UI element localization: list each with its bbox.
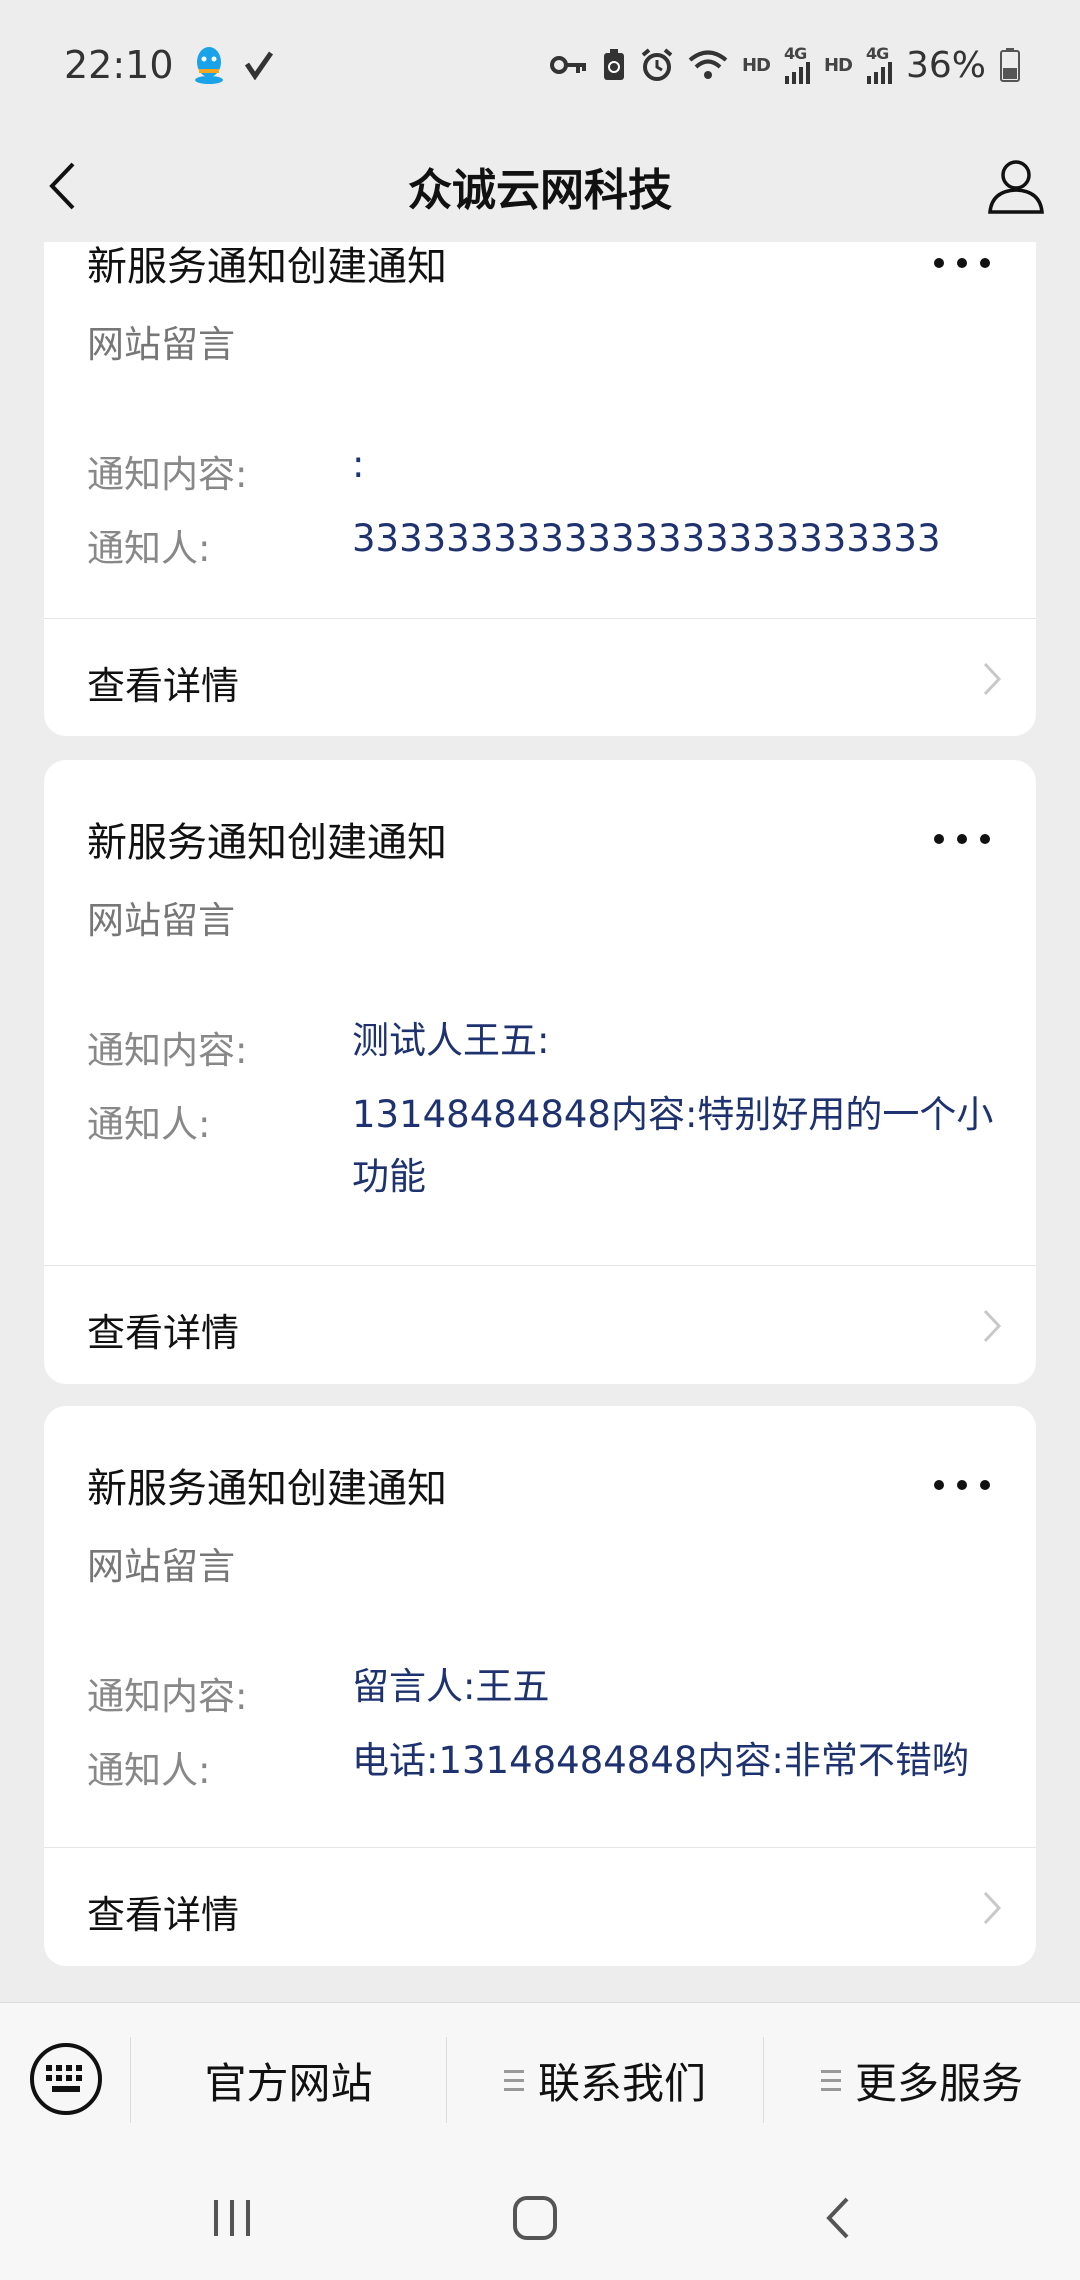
recent-apps-icon <box>214 2200 250 2236</box>
signal-icon: 4G <box>784 46 810 84</box>
content-value: 测试人王五: <box>352 1019 550 1062</box>
profile-button[interactable] <box>980 150 1052 222</box>
view-details-label: 查看详情 <box>87 1311 240 1355</box>
battery-saver-icon <box>602 48 626 82</box>
recent-apps-button[interactable] <box>192 2186 272 2250</box>
network-4g-2: 4G <box>865 44 889 63</box>
menu-contact-us[interactable]: 联系我们 <box>447 2003 763 2157</box>
notification-card: 新服务通知创建通知 网站留言 通知内容: : 通知人: 333333333333… <box>44 242 1036 736</box>
chevron-left-icon <box>49 162 75 210</box>
notifier-value: 电话:13148484848内容:非常不错哟 <box>352 1739 969 1782</box>
notifier-value: 13148484848内容:特别好用的一个小功能 <box>352 1093 994 1198</box>
more-icon <box>934 258 944 268</box>
notification-list[interactable]: 新服务通知创建通知 网站留言 通知内容: : 通知人: 333333333333… <box>0 242 1080 2002</box>
network-hd-1: HD <box>741 54 771 76</box>
notification-card: 新服务通知创建通知 网站留言 通知内容: 留言人:王五 通知人: 电话:1314… <box>44 1406 1036 1966</box>
content-label: 通知内容: <box>87 1029 248 1072</box>
more-icon <box>934 1480 944 1490</box>
bottom-menu: 官方网站 联系我们 更多服务 <box>0 2002 1080 2156</box>
menu-more-services[interactable]: 更多服务 <box>764 2003 1080 2157</box>
keyboard-toggle-button[interactable] <box>28 2041 104 2117</box>
menu-label: 联系我们 <box>537 2058 706 2108</box>
qq-icon <box>192 45 226 85</box>
notifier-value: 3333333333333333333333333 <box>352 517 941 560</box>
chevron-right-icon <box>983 1891 1002 1925</box>
notifier-label: 通知人: <box>87 527 211 570</box>
content-label: 通知内容: <box>87 453 248 496</box>
submenu-icon <box>820 2069 841 2091</box>
back-button[interactable] <box>32 156 92 216</box>
back-icon <box>826 2197 849 2239</box>
notification-card: 新服务通知创建通知 网站留言 通知内容: 测试人王五: 通知人: 1314848… <box>44 760 1036 1384</box>
system-back-button[interactable] <box>798 2186 878 2250</box>
content-value: 留言人:王五 <box>352 1665 550 1708</box>
home-icon <box>513 2196 557 2240</box>
notifier-label: 通知人: <box>87 1749 211 1792</box>
network-hd-2: HD <box>823 54 853 76</box>
key-icon <box>549 53 588 77</box>
view-details-link[interactable]: 查看详情 <box>44 1266 1036 1384</box>
content-value: : <box>352 443 365 486</box>
page-title: 众诚云网科技 <box>408 165 672 216</box>
card-subtitle: 网站留言 <box>87 1545 235 1588</box>
more-button[interactable] <box>934 1470 990 1500</box>
content-label: 通知内容: <box>87 1675 248 1718</box>
battery-icon <box>1000 48 1020 82</box>
notifier-label: 通知人: <box>87 1103 211 1146</box>
card-title: 新服务通知创建通知 <box>87 820 447 866</box>
status-bar: 22:10 HD 4G HD 4G 36% <box>0 0 1080 130</box>
signal-icon-2: 4G <box>866 46 892 84</box>
submenu-icon <box>503 2069 524 2091</box>
card-title: 新服务通知创建通知 <box>87 244 447 290</box>
status-right: HD 4G HD 4G 36% <box>549 44 1020 86</box>
user-icon <box>988 160 1044 214</box>
view-details-link[interactable]: 查看详情 <box>44 1848 1036 1966</box>
keyboard-icon <box>30 2043 102 2115</box>
view-details-link[interactable]: 查看详情 <box>44 619 1036 736</box>
status-time: 22:10 <box>64 43 174 87</box>
menu-label: 官方网站 <box>204 2058 373 2108</box>
system-nav-bar <box>0 2156 1080 2280</box>
view-details-label: 查看详情 <box>87 1893 240 1937</box>
network-4g-1: 4G <box>783 44 807 63</box>
view-details-label: 查看详情 <box>87 664 240 708</box>
menu-official-website[interactable]: 官方网站 <box>131 2003 446 2157</box>
more-button[interactable] <box>934 248 990 278</box>
header: 众诚云网科技 <box>0 130 1080 242</box>
card-subtitle: 网站留言 <box>87 899 235 942</box>
card-subtitle: 网站留言 <box>87 323 235 366</box>
battery-percent: 36% <box>905 44 986 86</box>
card-title: 新服务通知创建通知 <box>87 1466 447 1512</box>
menu-label: 更多服务 <box>854 2058 1023 2108</box>
alarm-icon <box>640 48 674 82</box>
home-button[interactable] <box>495 2186 575 2250</box>
check-icon <box>244 50 274 80</box>
more-icon <box>934 834 944 844</box>
wifi-icon <box>688 49 728 81</box>
status-left: 22:10 <box>64 43 274 87</box>
chevron-right-icon <box>983 662 1002 696</box>
more-button[interactable] <box>934 824 990 854</box>
chevron-right-icon <box>983 1309 1002 1343</box>
